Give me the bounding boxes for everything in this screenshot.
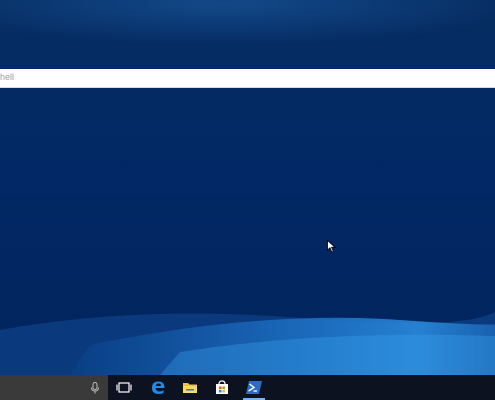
search-input[interactable]: hell xyxy=(0,69,495,88)
store-icon[interactable] xyxy=(213,379,231,396)
powershell-icon[interactable] xyxy=(245,379,263,396)
taskbar xyxy=(0,375,495,400)
microphone-icon[interactable] xyxy=(88,381,102,395)
task-view-icon[interactable] xyxy=(115,379,133,396)
file-explorer-icon[interactable] xyxy=(181,379,199,396)
desktop-wallpaper xyxy=(0,0,495,375)
search-query-text: hell xyxy=(0,72,15,82)
mouse-pointer-icon xyxy=(327,239,337,253)
desktop: hell xyxy=(0,0,495,400)
edge-icon[interactable] xyxy=(149,379,167,396)
